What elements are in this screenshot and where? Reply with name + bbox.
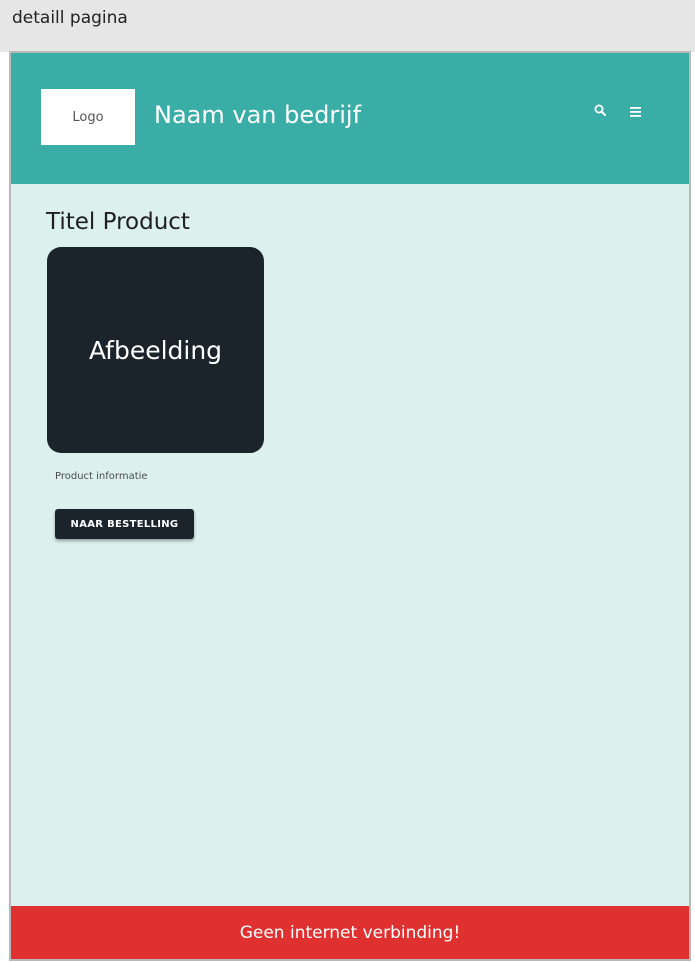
menu-icon bbox=[630, 107, 641, 117]
search-button[interactable] bbox=[590, 101, 612, 123]
product-image-placeholder: Afbeelding bbox=[47, 247, 264, 453]
connection-error-bar: Geen internet verbinding! bbox=[11, 906, 689, 959]
product-title: Titel Product bbox=[46, 209, 190, 235]
image-placeholder-label: Afbeelding bbox=[88, 335, 223, 365]
connection-error-message: Geen internet verbinding! bbox=[239, 922, 461, 943]
order-button[interactable]: NAAR BESTELLING bbox=[55, 509, 194, 539]
app-header: Logo Naam van bedrijf bbox=[11, 53, 689, 184]
logo-text: Logo bbox=[72, 109, 104, 125]
product-info-text: Product informatie bbox=[55, 471, 148, 482]
page-label-bar: detaill pagina bbox=[0, 0, 695, 52]
menu-button[interactable] bbox=[625, 101, 647, 123]
page-label: detaill pagina bbox=[12, 8, 128, 28]
logo[interactable]: Logo bbox=[41, 89, 135, 145]
search-icon bbox=[594, 104, 606, 116]
company-name: Naam van bedrijf bbox=[154, 101, 362, 129]
app-frame: Logo Naam van bedrijf Titel Product Afbe… bbox=[9, 51, 691, 961]
